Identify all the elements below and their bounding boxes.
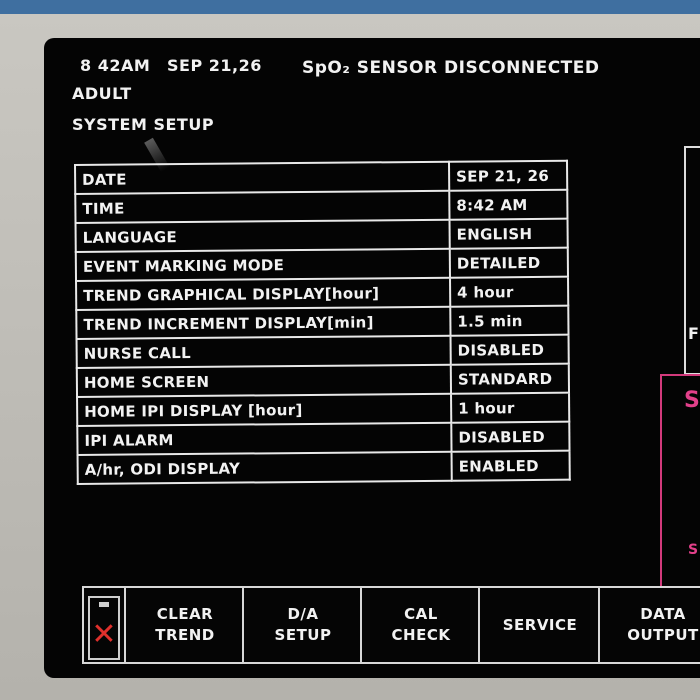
cal-check-button[interactable]: CAL CHECK	[360, 588, 480, 662]
battery-empty-icon: ✕	[88, 596, 120, 660]
patient-mode: ADULT	[72, 84, 132, 103]
monitor-screen: 8 42AM SEP 21,26 SpO₂ SENSOR DISCONNECTE…	[44, 38, 700, 678]
setting-value[interactable]: DISABLED	[451, 421, 570, 452]
setting-value[interactable]: SEP 21, 26	[448, 160, 568, 191]
device-top-strip	[0, 0, 700, 14]
setting-row-time[interactable]: TIME 8:42 AM	[75, 189, 568, 223]
setting-value[interactable]: DISABLED	[450, 334, 569, 365]
service-button[interactable]: SERVICE	[478, 588, 600, 662]
softkey-label: DATA OUTPUT	[627, 605, 699, 644]
side-panel-letter: F	[688, 324, 700, 343]
battery-cross-icon: ✕	[91, 616, 117, 652]
softkey-label: D/A SETUP	[274, 605, 332, 644]
softkey-label: CLEAR TREND	[155, 605, 215, 644]
setting-row-ahr-odi-display[interactable]: A/hr, ODI DISPLAY ENABLED	[77, 450, 570, 484]
settings-table: DATE SEP 21, 26 TIME 8:42 AM LANGUAGE EN…	[74, 160, 571, 485]
setting-value[interactable]: DETAILED	[449, 247, 569, 278]
page-title: SYSTEM SETUP	[72, 115, 215, 134]
clear-trend-button[interactable]: CLEAR TREND	[124, 588, 244, 662]
setting-value[interactable]: ENGLISH	[449, 218, 568, 249]
data-output-button[interactable]: DATA OUTPUT	[598, 588, 700, 662]
setting-value[interactable]: 1 hour	[451, 392, 570, 423]
da-setup-button[interactable]: D/A SETUP	[242, 588, 362, 662]
setting-label: TREND GRAPHICAL DISPLAY[hour]	[76, 277, 451, 310]
setting-row-trend-increment-display[interactable]: TREND INCREMENT DISPLAY[min] 1.5 min	[76, 305, 569, 339]
setting-row-home-ipi-display[interactable]: HOME IPI DISPLAY [hour] 1 hour	[77, 392, 570, 426]
setting-value[interactable]: 4 hour	[450, 276, 569, 307]
setting-row-language[interactable]: LANGUAGE ENGLISH	[75, 218, 568, 252]
setting-value[interactable]: STANDARD	[450, 363, 570, 394]
battery-cap	[99, 602, 109, 607]
setting-value[interactable]: 8:42 AM	[449, 189, 568, 220]
setting-label: LANGUAGE	[75, 219, 450, 252]
setting-label: IPI ALARM	[77, 422, 452, 455]
alarm-panel-letter-small: S	[688, 542, 699, 558]
setting-label: A/hr, ODI DISPLAY	[77, 451, 452, 484]
setting-row-event-marking-mode[interactable]: EVENT MARKING MODE DETAILED	[75, 247, 569, 281]
setting-row-nurse-call[interactable]: NURSE CALL DISABLED	[76, 334, 569, 368]
clock-time: 8 42AM	[80, 56, 151, 75]
alarm-panel-letter: S	[684, 388, 700, 413]
setting-label: HOME SCREEN	[76, 364, 452, 397]
setting-row-home-screen[interactable]: HOME SCREEN STANDARD	[76, 363, 570, 397]
setting-label: HOME IPI DISPLAY [hour]	[77, 393, 452, 426]
setting-row-trend-graphical-display[interactable]: TREND GRAPHICAL DISPLAY[hour] 4 hour	[76, 276, 569, 310]
setting-label: TIME	[75, 190, 450, 223]
softkey-label: SERVICE	[502, 615, 578, 634]
setting-value[interactable]: ENABLED	[451, 450, 570, 481]
setting-label: TREND INCREMENT DISPLAY[min]	[76, 306, 451, 339]
softkey-label: CAL CHECK	[391, 605, 451, 644]
softkey-bar: ✕ CLEAR TREND D/A SETUP CAL CHECK SERVIC…	[82, 586, 700, 664]
setting-label: NURSE CALL	[76, 335, 451, 368]
setting-row-date[interactable]: DATE SEP 21, 26	[75, 160, 568, 194]
clock-date: SEP 21,26	[167, 56, 262, 75]
setting-value[interactable]: 1.5 min	[450, 305, 569, 336]
setting-row-ipi-alarm[interactable]: IPI ALARM DISABLED	[77, 421, 570, 455]
setting-label: DATE	[75, 161, 450, 194]
alert-message: SpO₂ SENSOR DISCONNECTED	[302, 58, 600, 78]
setting-label: EVENT MARKING MODE	[75, 248, 451, 281]
